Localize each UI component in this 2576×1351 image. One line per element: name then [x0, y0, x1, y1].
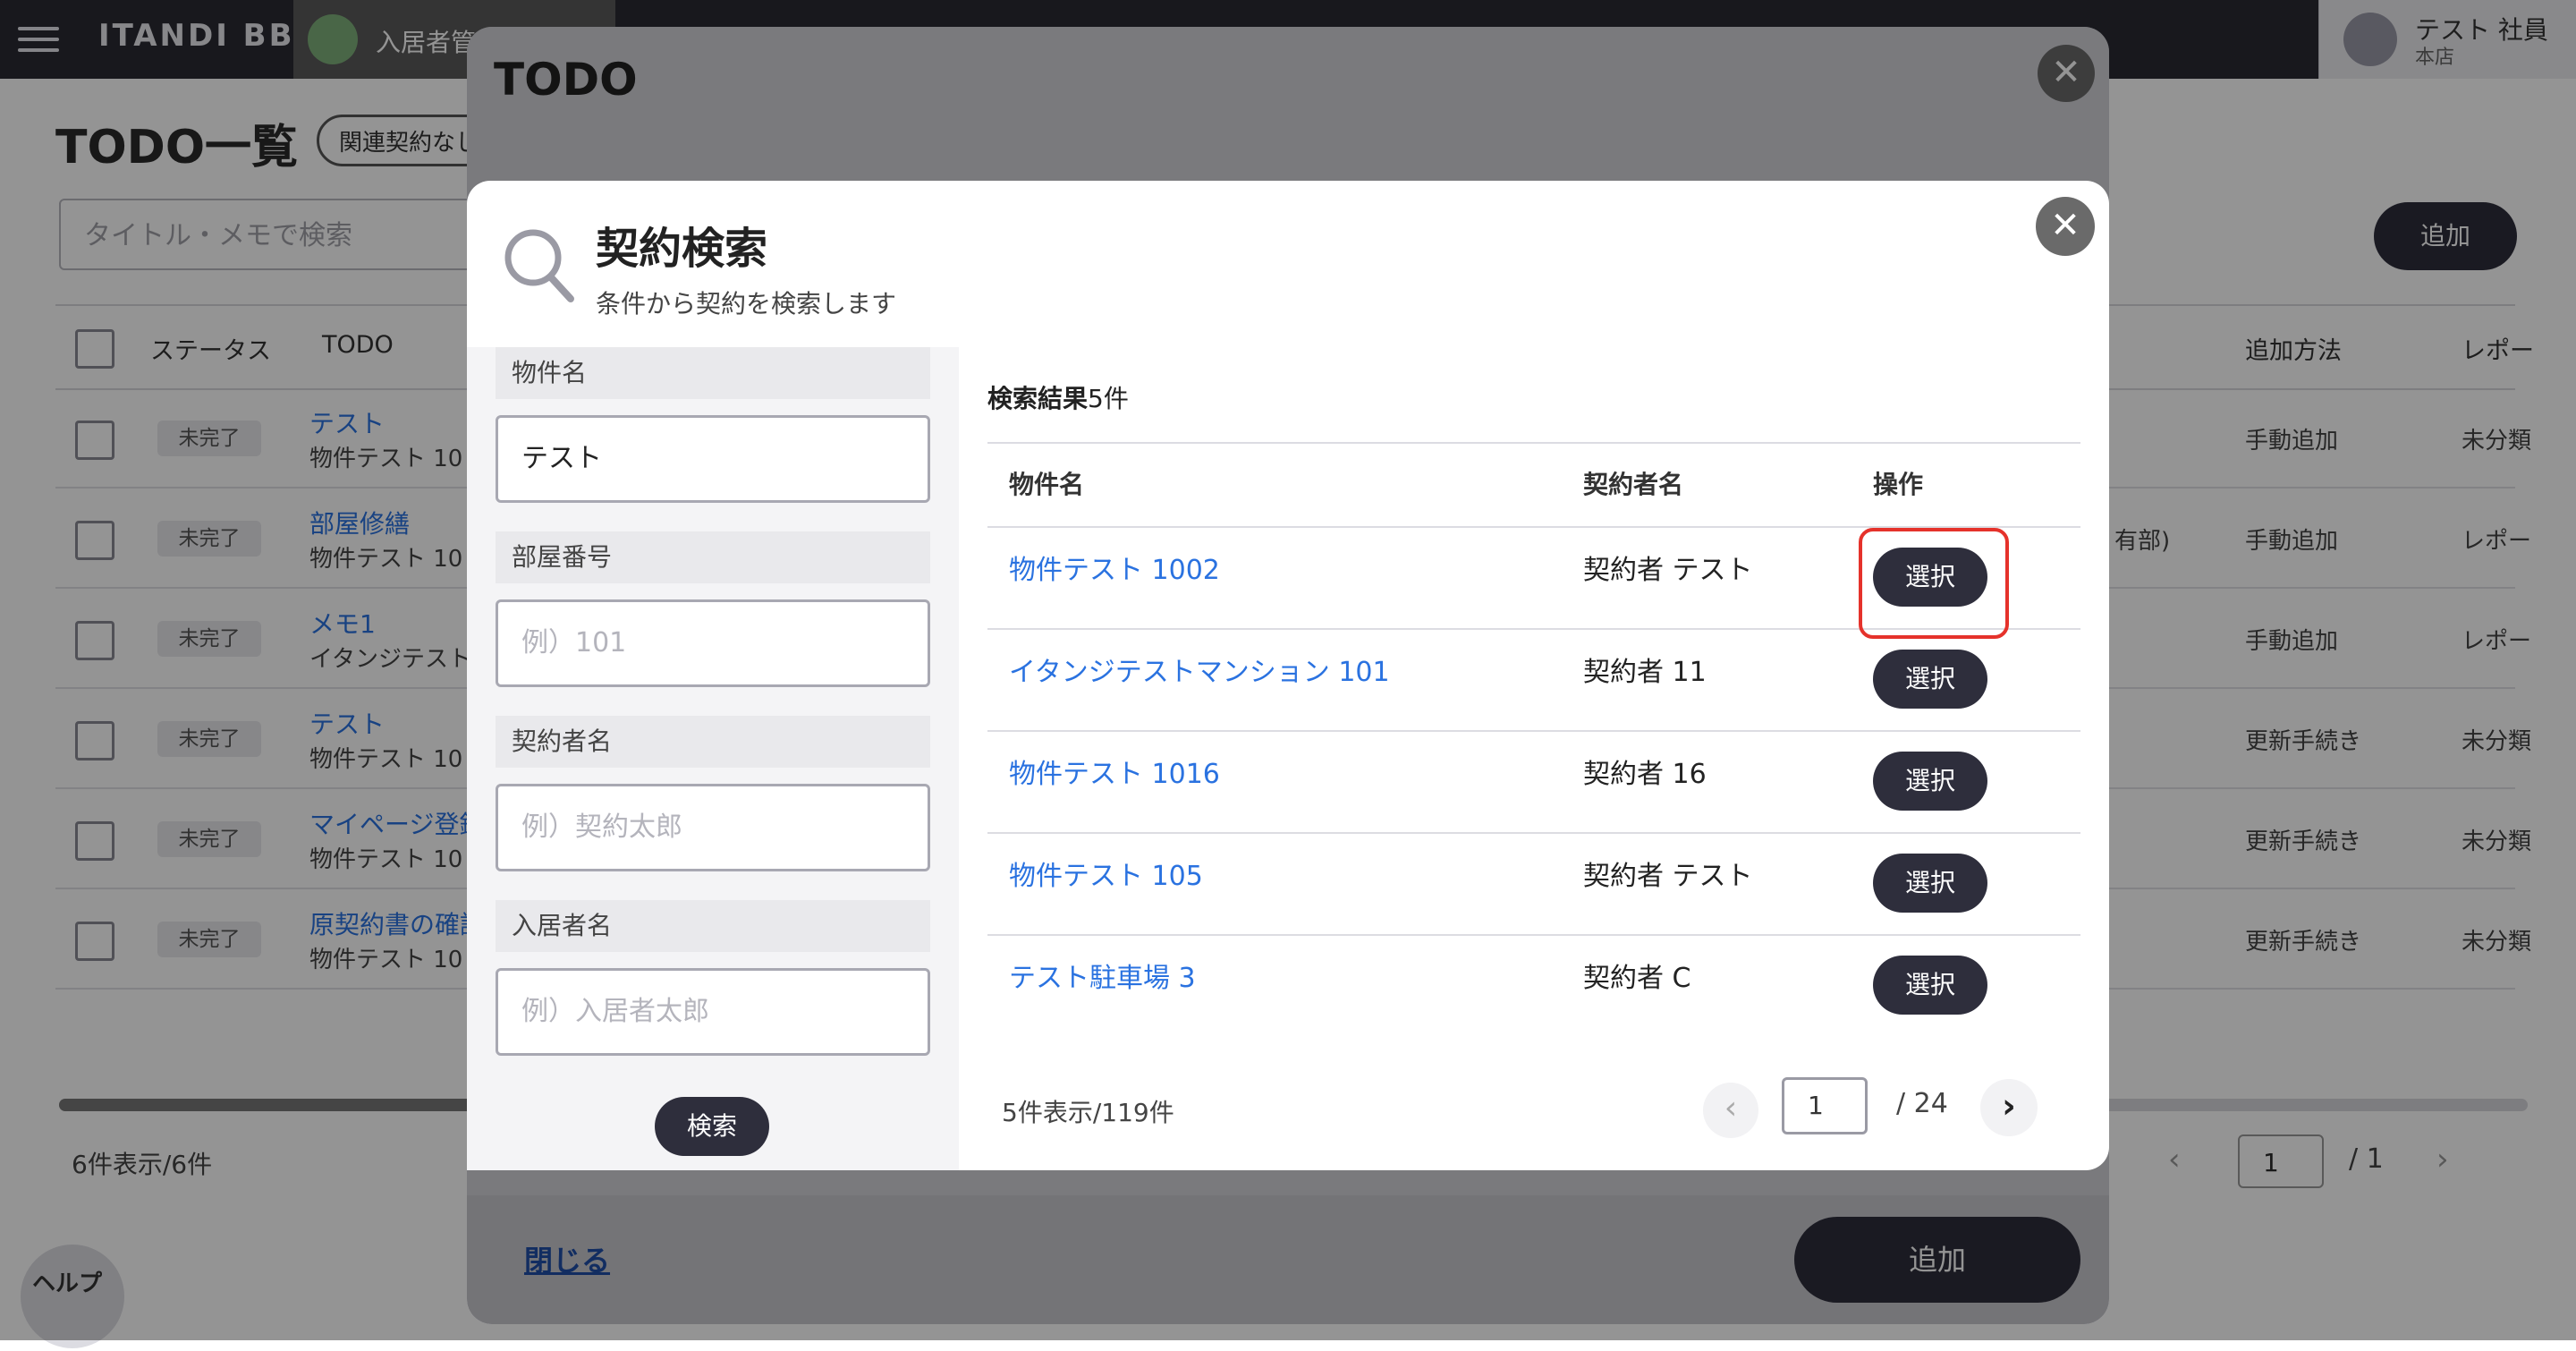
chevron-left-icon[interactable]: ‹ [1703, 1083, 1758, 1138]
contractor-name-label: 契約者名 [496, 716, 930, 768]
property-name-input[interactable]: テスト [496, 415, 930, 503]
result-property-link[interactable]: 物件テスト 1016 [1009, 752, 1220, 791]
close-icon[interactable]: ✕ [2036, 197, 2095, 256]
search-icon [504, 229, 574, 302]
room-number-input[interactable]: 例）101 [496, 599, 930, 687]
divider [987, 934, 2080, 936]
room-number-label: 部屋番号 [496, 531, 930, 583]
modal-title: 契約検索 [596, 224, 768, 274]
result-contractor: 契約者 11 [1583, 657, 1707, 688]
result-contractor: 契約者 テスト [1583, 861, 1753, 892]
result-property-link[interactable]: テスト駐車場 3 [1009, 956, 1196, 995]
column-header-action: 操作 [1873, 470, 1924, 499]
property-name-label: 物件名 [496, 347, 930, 399]
chevron-right-icon[interactable]: › [1980, 1079, 2038, 1136]
modal-subtitle: 条件から契約を検索します [596, 289, 897, 319]
result-contractor: 契約者 テスト [1583, 555, 1753, 586]
result-property-link[interactable]: 物件テスト 1002 [1009, 548, 1220, 587]
divider [987, 442, 2080, 444]
results-count: 検索結果5件 [987, 379, 1129, 415]
contractor-name-input[interactable]: 例）契約太郎 [496, 784, 930, 871]
select-button[interactable]: 選択 [1873, 956, 1987, 1015]
select-button[interactable]: 選択 [1873, 854, 1987, 913]
results-number: 5件 [1088, 384, 1129, 413]
result-contractor: 契約者 16 [1583, 759, 1707, 790]
resident-name-label: 入居者名 [496, 900, 930, 952]
highlight-box [1859, 528, 2009, 639]
select-button[interactable]: 選択 [1873, 650, 1987, 709]
column-header-property: 物件名 [1009, 470, 1085, 499]
result-property-link[interactable]: イタンジテストマンション 101 [1009, 650, 1390, 689]
result-property-link[interactable]: 物件テスト 105 [1009, 854, 1203, 893]
search-button[interactable]: 検索 [655, 1097, 769, 1156]
divider [987, 730, 2080, 732]
select-button[interactable]: 選択 [1873, 752, 1987, 811]
results-label: 検索結果 [987, 384, 1089, 413]
result-contractor: 契約者 C [1583, 963, 1691, 994]
column-header-contractor: 契約者名 [1583, 470, 1684, 499]
divider [987, 832, 2080, 834]
resident-name-input[interactable]: 例）入居者太郎 [496, 968, 930, 1056]
results-page-input[interactable]: 1 [1782, 1077, 1868, 1134]
results-footer-count: 5件表示/119件 [1002, 1098, 1174, 1127]
results-page-total: / 24 [1896, 1088, 1948, 1119]
